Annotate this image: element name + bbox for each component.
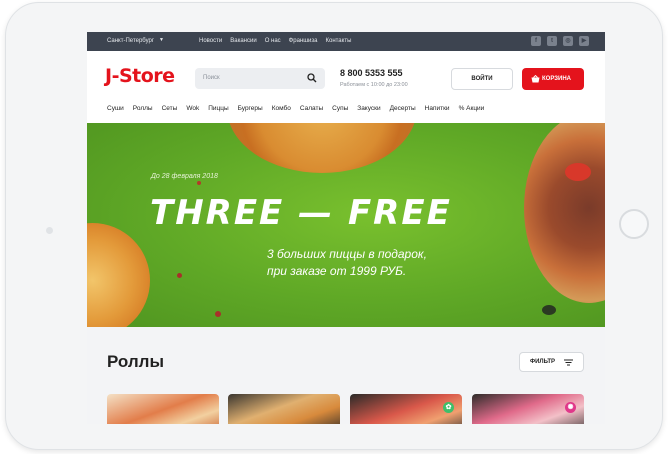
top-nav-franchise[interactable]: Франшиза	[289, 38, 318, 44]
menu-item-rolls[interactable]: Роллы	[133, 105, 153, 112]
top-nav-news[interactable]: Новости	[199, 38, 222, 44]
facebook-icon[interactable]: f	[531, 36, 541, 46]
menu-item-pizza[interactable]: Пиццы	[208, 105, 228, 112]
olive-leaf	[542, 305, 556, 315]
logo[interactable]: J-Store	[105, 65, 175, 87]
product-card-2[interactable]	[228, 394, 340, 424]
menu-item-sets[interactable]: Сеты	[162, 105, 178, 112]
tablet-frame: Санкт-Петербург ▼ Новости Вакансии О нас…	[5, 2, 663, 450]
search-icon[interactable]	[307, 73, 317, 83]
working-hours: Работаем с 10:00 до 23:00	[340, 82, 408, 88]
promo-headline: THREE — FREE	[150, 193, 452, 233]
city-selector[interactable]: Санкт-Петербург	[107, 38, 154, 44]
twitter-icon[interactable]: t	[547, 36, 557, 46]
product-card-1[interactable]	[107, 394, 219, 424]
screen: Санкт-Петербург ▼ Новости Вакансии О нас…	[87, 32, 605, 424]
category-menu: Суши Роллы Сеты Wok Пиццы Бургеры Комбо …	[107, 105, 484, 112]
menu-item-soups[interactable]: Супы	[332, 105, 348, 112]
product-card-3[interactable]: ✿	[350, 394, 462, 424]
promo-subtitle: 3 больших пиццы в подарок, при заказе от…	[267, 246, 427, 280]
promo-subtitle-line1: 3 больших пиццы в подарок,	[267, 247, 427, 261]
login-button[interactable]: ВОЙТИ	[451, 68, 513, 90]
home-button[interactable]	[619, 209, 649, 239]
filter-icon	[564, 359, 573, 366]
menu-item-combo[interactable]: Комбо	[272, 105, 291, 112]
filter-label: ФИЛЬТР	[530, 359, 556, 365]
menu-item-drinks[interactable]: Напитки	[425, 105, 450, 112]
pepper-crumb	[215, 311, 221, 317]
product-card-4[interactable]: ✺	[472, 394, 584, 424]
basket-icon	[531, 75, 540, 83]
promo-banner[interactable]: До 28 февраля 2018 THREE — FREE 3 больши…	[87, 123, 605, 327]
pepper-crumb	[197, 181, 201, 185]
cart-label: КОРЗИНА	[542, 76, 571, 82]
youtube-icon[interactable]: ▶	[579, 36, 589, 46]
menu-item-desserts[interactable]: Десерты	[390, 105, 416, 112]
menu-item-salads[interactable]: Салаты	[300, 105, 323, 112]
vegetarian-icon: ✿	[443, 402, 454, 413]
top-nav-contacts[interactable]: Контакты	[325, 38, 351, 44]
camera-dot	[46, 227, 53, 234]
promo-date: До 28 февраля 2018	[151, 173, 218, 180]
top-nav-about[interactable]: О нас	[265, 38, 281, 44]
header: J-Store Поиск 8 800 5353 555 Работаем с …	[87, 51, 605, 123]
cart-button[interactable]: КОРЗИНА	[522, 68, 584, 90]
instagram-icon[interactable]: ◎	[563, 36, 573, 46]
top-nav: Новости Вакансии О нас Франшиза Контакты	[199, 38, 351, 44]
menu-item-sushi[interactable]: Суши	[107, 105, 124, 112]
menu-item-snacks[interactable]: Закуски	[357, 105, 380, 112]
pepper-crumb	[177, 273, 182, 278]
search-input[interactable]: Поиск	[195, 68, 325, 89]
social-links: f t ◎ ▶	[531, 36, 589, 46]
filter-button[interactable]: ФИЛЬТР	[519, 352, 584, 372]
tomato-slice	[565, 163, 591, 181]
pizza-image-top	[227, 123, 417, 173]
spicy-icon: ✺	[565, 402, 576, 413]
menu-item-promo[interactable]: % Акции	[459, 105, 485, 112]
menu-item-wok[interactable]: Wok	[186, 105, 199, 112]
phone-number[interactable]: 8 800 5353 555	[340, 68, 403, 78]
search-placeholder: Поиск	[203, 75, 220, 81]
section-title: Роллы	[107, 352, 164, 371]
pizza-image-right	[524, 123, 605, 303]
menu-item-burgers[interactable]: Бургеры	[238, 105, 263, 112]
top-bar: Санкт-Петербург ▼ Новости Вакансии О нас…	[87, 32, 605, 51]
top-nav-vacancies[interactable]: Вакансии	[230, 38, 256, 44]
promo-subtitle-line2: при заказе от 1999 РУБ.	[267, 264, 407, 278]
chevron-down-icon[interactable]: ▼	[159, 37, 164, 43]
pizza-image-left	[87, 223, 150, 327]
